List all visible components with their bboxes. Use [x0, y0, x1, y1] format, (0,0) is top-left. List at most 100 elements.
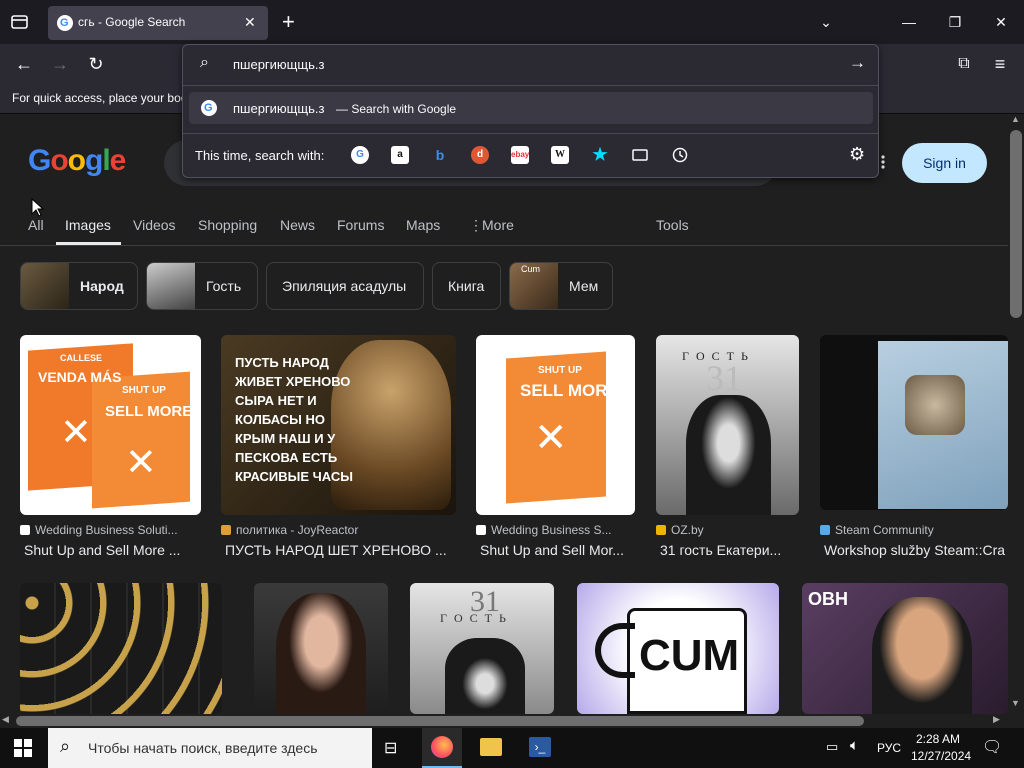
joyreactor-favicon-icon — [221, 525, 231, 535]
suggestion-row[interactable]: G пшергиющщь.з — Search with Google — [189, 92, 873, 124]
tabs-divider — [0, 245, 1008, 246]
result-source[interactable]: Wedding Business S... — [476, 523, 635, 537]
language-indicator[interactable]: РУС — [877, 741, 901, 755]
chip-narod[interactable]: Народ — [20, 262, 138, 310]
minimize-icon[interactable]: — — [894, 8, 924, 36]
result-source[interactable]: политика - JoyReactor — [221, 523, 456, 537]
urlbar-input[interactable]: пшергиющщь.з — [233, 57, 324, 72]
site-favicon-icon — [476, 525, 486, 535]
list-all-tabs-icon[interactable]: ⌄ — [811, 8, 841, 36]
tab-all[interactable]: All — [28, 217, 44, 233]
taskbar-search-box[interactable]: ⌕ Чтобы начать поиск, введите здесь — [48, 728, 372, 768]
clock-time[interactable]: 2:28 AM — [916, 732, 960, 746]
ozby-favicon-icon — [656, 525, 666, 535]
result-thumbnail: ПУСТЬ НАРОД ЖИВЕТ ХРЕНОВО СЫРА НЕТ И КОЛ… — [221, 335, 456, 515]
urlbar-panel: ⌕ пшергиющщь.з → G пшергиющщь.з — Search… — [182, 44, 879, 178]
volume-icon[interactable]: 🔈︎ — [850, 737, 859, 754]
google-images-page: Google Sign in All Images Videos Shoppin… — [0, 114, 1008, 714]
scroll-left-icon[interactable]: ◀ — [2, 714, 9, 725]
result-title[interactable]: Shut Up and Sell More ... — [24, 542, 204, 558]
extensions-icon[interactable]: ⧉ — [950, 50, 978, 78]
tab-forums[interactable]: Forums — [337, 217, 384, 233]
horizontal-scrollbar[interactable]: ◀ ▶ — [0, 714, 1008, 728]
urlbar-divider — [183, 85, 878, 86]
chip-gost[interactable]: Гость — [146, 262, 258, 310]
search-icon: ⌕ — [60, 736, 71, 756]
task-view-icon[interactable]: ⊟ — [384, 738, 397, 758]
image-result-9[interactable]: CUM — [577, 583, 779, 714]
chip-label: Мем — [569, 278, 599, 294]
restore-icon[interactable]: ❐ — [940, 8, 970, 36]
chip-label: Книга — [448, 278, 485, 294]
chip-label: Гость — [206, 278, 242, 294]
bookmarks-star-icon[interactable]: ★ — [591, 146, 609, 164]
more-dots-icon[interactable]: ⋮ — [469, 217, 483, 234]
wikipedia-icon[interactable]: W — [551, 146, 569, 164]
chip-mem[interactable]: Cum Мем — [509, 262, 613, 310]
bing-icon[interactable]: b — [431, 146, 449, 164]
sign-in-label: Sign in — [923, 155, 966, 171]
result-title[interactable]: ПУСТЬ НАРОД ШЕТ ХРЕНОВО ... — [225, 542, 456, 558]
horizontal-scroll-thumb[interactable] — [16, 716, 864, 726]
history-icon[interactable] — [671, 146, 689, 164]
back-icon[interactable]: ← — [10, 50, 38, 78]
close-window-icon[interactable]: ✕ — [986, 8, 1016, 36]
search-settings-icon[interactable]: ⚙ — [849, 144, 865, 165]
go-arrow-icon[interactable]: → — [849, 53, 866, 73]
result-source[interactable]: Wedding Business Soluti... — [20, 523, 201, 537]
close-tab-icon[interactable]: ✕ — [244, 14, 256, 31]
clock-date[interactable]: 12/27/2024 — [911, 749, 971, 763]
network-icon[interactable]: ▭ — [826, 739, 838, 755]
notifications-icon[interactable]: 🗨︎ — [982, 737, 1002, 757]
scroll-up-icon[interactable]: ▲ — [1011, 114, 1020, 124]
image-result-8[interactable]: 31 Г О С Т Ь — [410, 583, 554, 714]
result-title[interactable]: Shut Up and Sell Mor... — [480, 542, 635, 558]
image-result-10[interactable]: ОВН — [802, 583, 1008, 714]
firefox-taskbar-icon[interactable] — [422, 728, 462, 768]
search-icon: ⌕ — [200, 54, 209, 71]
tab-bar: G сгь - Google Search ✕ + ⌄ — ❐ ✕ — [0, 0, 1024, 44]
ebay-icon[interactable]: ebay — [511, 146, 529, 164]
tabs-icon[interactable] — [631, 146, 649, 164]
chip-kniga[interactable]: Книга — [432, 262, 501, 310]
tab-tools[interactable]: Tools — [656, 217, 689, 233]
scroll-down-icon[interactable]: ▼ — [1011, 698, 1020, 708]
sign-in-button[interactable]: Sign in — [902, 143, 987, 183]
tab-maps[interactable]: Maps — [406, 217, 440, 233]
google-icon[interactable]: G — [351, 146, 369, 164]
windows-start-icon[interactable] — [14, 739, 32, 757]
google-logo[interactable]: Google — [28, 144, 126, 178]
tab-google-search[interactable]: G сгь - Google Search ✕ — [48, 6, 268, 40]
image-result-7[interactable] — [254, 583, 388, 714]
duckduckgo-icon[interactable]: d — [471, 146, 489, 164]
result-source[interactable]: OZ.by — [656, 523, 799, 537]
suggestion-action: — Search with Google — [336, 102, 457, 116]
powershell-icon[interactable]: ›_ — [529, 737, 551, 757]
reload-icon[interactable]: ↻ — [82, 50, 110, 78]
image-result-6[interactable] — [20, 583, 222, 714]
tab-images[interactable]: Images — [65, 217, 111, 233]
file-explorer-icon[interactable] — [480, 738, 502, 756]
ovn-logo: ОВН — [808, 589, 848, 609]
chip-epilation[interactable]: Эпиляция асадулы — [266, 262, 424, 310]
meme-text: ПУСТЬ НАРОД ЖИВЕТ ХРЕНОВО СЫРА НЕТ И КОЛ… — [235, 355, 353, 484]
menu-icon[interactable]: ≡ — [986, 50, 1014, 78]
tab-news[interactable]: News — [280, 217, 315, 233]
tab-more[interactable]: More — [482, 217, 514, 233]
vertical-scrollbar[interactable]: ▲ ▼ — [1008, 114, 1024, 714]
new-tab-button[interactable]: + — [282, 9, 295, 35]
result-source[interactable]: Steam Community — [820, 523, 1008, 537]
tab-videos[interactable]: Videos — [133, 217, 176, 233]
mouse-cursor-icon — [31, 198, 45, 217]
scroll-thumb[interactable] — [1010, 130, 1022, 318]
forward-icon[interactable]: → — [46, 50, 74, 78]
firefox-view-icon[interactable] — [10, 13, 30, 31]
amazon-icon[interactable]: a — [391, 146, 409, 164]
result-title[interactable]: Workshop služby Steam::Cra — [824, 542, 1008, 558]
google-icon: G — [201, 100, 217, 116]
search-with-label: This time, search with: — [195, 148, 325, 163]
result-title[interactable]: 31 гость Екатери... — [660, 542, 799, 558]
scroll-right-icon[interactable]: ▶ — [993, 714, 1000, 725]
site-favicon-icon — [20, 525, 30, 535]
tab-shopping[interactable]: Shopping — [198, 217, 257, 233]
